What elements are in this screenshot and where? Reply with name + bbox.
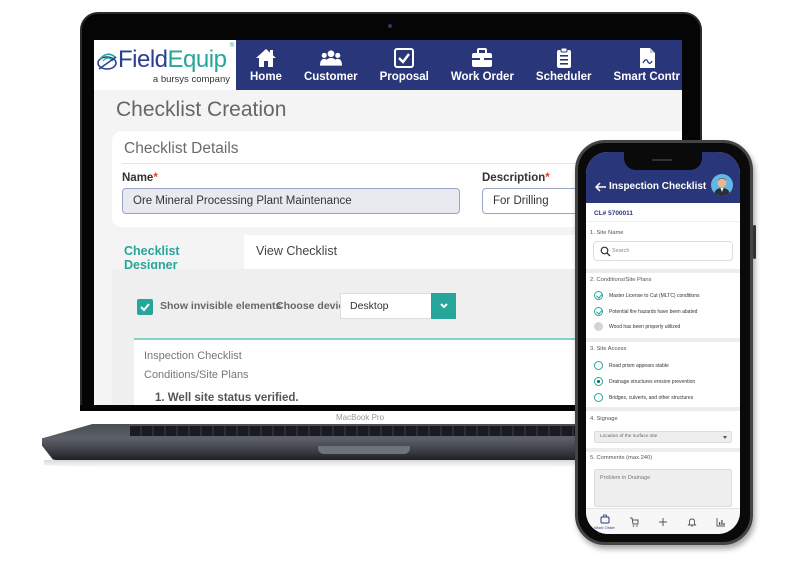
site-access-section: 3. Site Access Road prism appears stable… (586, 342, 740, 407)
site-access-option[interactable]: Drainage structures erosion prevention (594, 377, 695, 386)
signage-label: 4. Signage (590, 416, 618, 422)
device-value: Desktop (350, 300, 389, 312)
comments-textarea[interactable]: Problem in Drainage (594, 469, 732, 507)
speaker (652, 159, 672, 161)
search-icon (600, 246, 611, 257)
briefcase-icon (472, 47, 493, 67)
divider (586, 221, 740, 222)
back-arrow-icon[interactable] (595, 182, 607, 192)
laptop-brand-label: MacBook Pro (336, 413, 385, 422)
device-dropdown-button[interactable] (431, 293, 456, 319)
site-access-label: 3. Site Access (590, 346, 627, 352)
nav-home[interactable]: Home (236, 40, 293, 90)
condition-item[interactable]: Master License to Cut (MLTC) conditions (594, 291, 700, 300)
phone-screen: Inspection Checklist CL# 5700011 1. Site… (586, 152, 740, 534)
comments-section: 5. Comments (max.240) Problem in Drainag… (586, 452, 740, 512)
user-avatar-icon (714, 178, 730, 196)
tab-checklist-designer[interactable]: Checklist Designer (112, 235, 244, 272)
tab-add[interactable] (651, 517, 675, 527)
chevron-down-icon (439, 303, 448, 309)
document-icon (639, 47, 655, 68)
condition-item[interactable]: Wood has been properly utilized (594, 322, 680, 331)
cart-icon (629, 517, 639, 527)
check-circle-disabled-icon (594, 322, 603, 331)
page-title: Checklist Creation (116, 98, 287, 121)
check-icon (140, 303, 150, 312)
site-access-option[interactable]: Bridges, culverts, and other structures (594, 393, 693, 402)
bell-icon (687, 518, 697, 527)
comments-label: 5. Comments (max.240) (590, 455, 653, 461)
phone-title: Inspection Checklist (609, 181, 707, 192)
tab-reports[interactable] (709, 517, 733, 527)
tab-cart[interactable] (622, 517, 646, 527)
condition-item[interactable]: Potential fire hazards have been abated (594, 307, 697, 316)
show-invisible-label: Show invisible elements (160, 300, 282, 312)
nav-proposal[interactable]: Proposal (369, 40, 440, 90)
logo-name: FieldEquip (118, 46, 227, 73)
logo-mark-icon (97, 53, 117, 70)
show-invisible-checkbox[interactable] (137, 299, 153, 315)
logo-tagline: a bursys company (152, 74, 230, 85)
caret-down-icon (723, 436, 727, 439)
top-nav: FieldEquip ® a bursys company Home Custo… (94, 40, 682, 90)
chart-icon (716, 517, 726, 526)
description-label: Description* (482, 172, 550, 184)
choose-device-label: Choose device (276, 300, 351, 312)
details-title: Checklist Details (124, 140, 239, 157)
signage-value: Location of the surface site (600, 434, 658, 439)
checkbox-icon (394, 47, 415, 68)
search-placeholder: Search (612, 248, 630, 254)
clipboard-list-icon (556, 47, 571, 68)
nav-scheduler[interactable]: Scheduler (525, 40, 603, 90)
canvas-title: Inspection Checklist (144, 350, 242, 362)
phone-side-button (753, 225, 756, 259)
keyboard (130, 426, 600, 436)
radio-selected-icon (594, 377, 603, 386)
laptop-shadow (44, 460, 604, 468)
site-name-section: CL# 5700011 1. Site Name Search (586, 203, 740, 269)
home-icon (255, 48, 276, 67)
comments-value: Problem in Drainage (600, 475, 651, 481)
avatar[interactable] (711, 174, 733, 196)
name-input[interactable] (122, 188, 460, 214)
site-access-option[interactable]: Road prism appears stable (594, 361, 669, 370)
phone: Inspection Checklist CL# 5700011 1. Site… (575, 140, 756, 545)
phone-notch (624, 152, 702, 170)
trackpad-notch (318, 446, 410, 454)
logo[interactable]: FieldEquip ® a bursys company (94, 40, 236, 90)
site-name-label: 1. Site Name (590, 230, 624, 236)
registered-mark: ® (229, 43, 234, 49)
tab-work-order[interactable]: Work Order (593, 514, 617, 530)
briefcase-icon (600, 514, 610, 523)
check-circle-icon (594, 307, 603, 316)
conditions-label: 2. Conditions/Site Plans (590, 277, 652, 283)
radio-icon (594, 361, 603, 370)
nav-customer[interactable]: Customer (293, 40, 369, 90)
canvas-question[interactable]: 1. Well site status verified. (155, 392, 299, 404)
name-label: Name* (122, 172, 158, 184)
radio-icon (594, 393, 603, 402)
users-icon (319, 49, 342, 66)
signage-section: 4. Signage Location of the surface site (586, 411, 740, 448)
phone-tabbar: Work Order (586, 508, 740, 534)
camera (388, 24, 392, 28)
signage-select[interactable]: Location of the surface site (594, 431, 732, 443)
plus-icon (658, 517, 667, 526)
nav-work-order[interactable]: Work Order (440, 40, 525, 90)
check-circle-icon (594, 291, 603, 300)
checklist-id: CL# 5700011 (594, 210, 634, 217)
site-search-input[interactable]: Search (593, 241, 733, 261)
conditions-section: 2. Conditions/Site Plans Master License … (586, 273, 740, 338)
nav-smart-contract[interactable]: Smart Contr (603, 40, 682, 90)
device-select[interactable]: Desktop (340, 293, 456, 319)
tab-notifications[interactable] (680, 517, 704, 527)
canvas-section: Conditions/Site Plans (144, 369, 249, 381)
